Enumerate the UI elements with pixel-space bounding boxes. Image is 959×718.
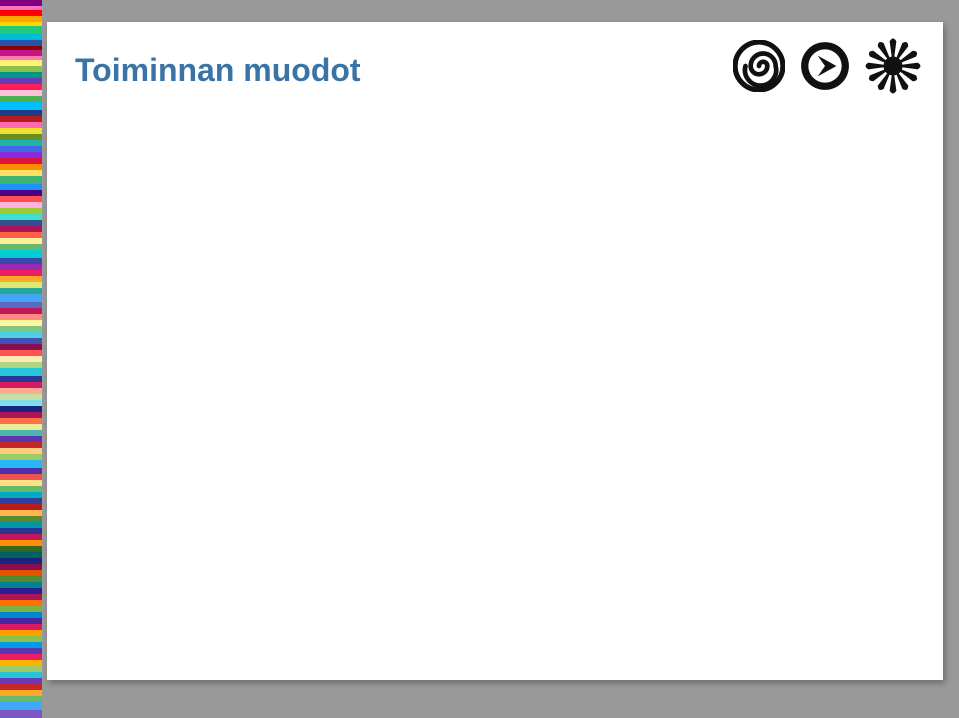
corner-icon-group (733, 38, 921, 94)
arrow-circle-icon (799, 40, 851, 92)
slide-title: Toiminnan muodot (75, 52, 361, 89)
slide-panel: Toiminnan muodot (47, 22, 943, 680)
slide-stage: Toiminnan muodot (0, 0, 959, 718)
spiral-icon (733, 40, 785, 92)
decorative-stripe-band (0, 0, 42, 718)
sun-icon (865, 38, 921, 94)
